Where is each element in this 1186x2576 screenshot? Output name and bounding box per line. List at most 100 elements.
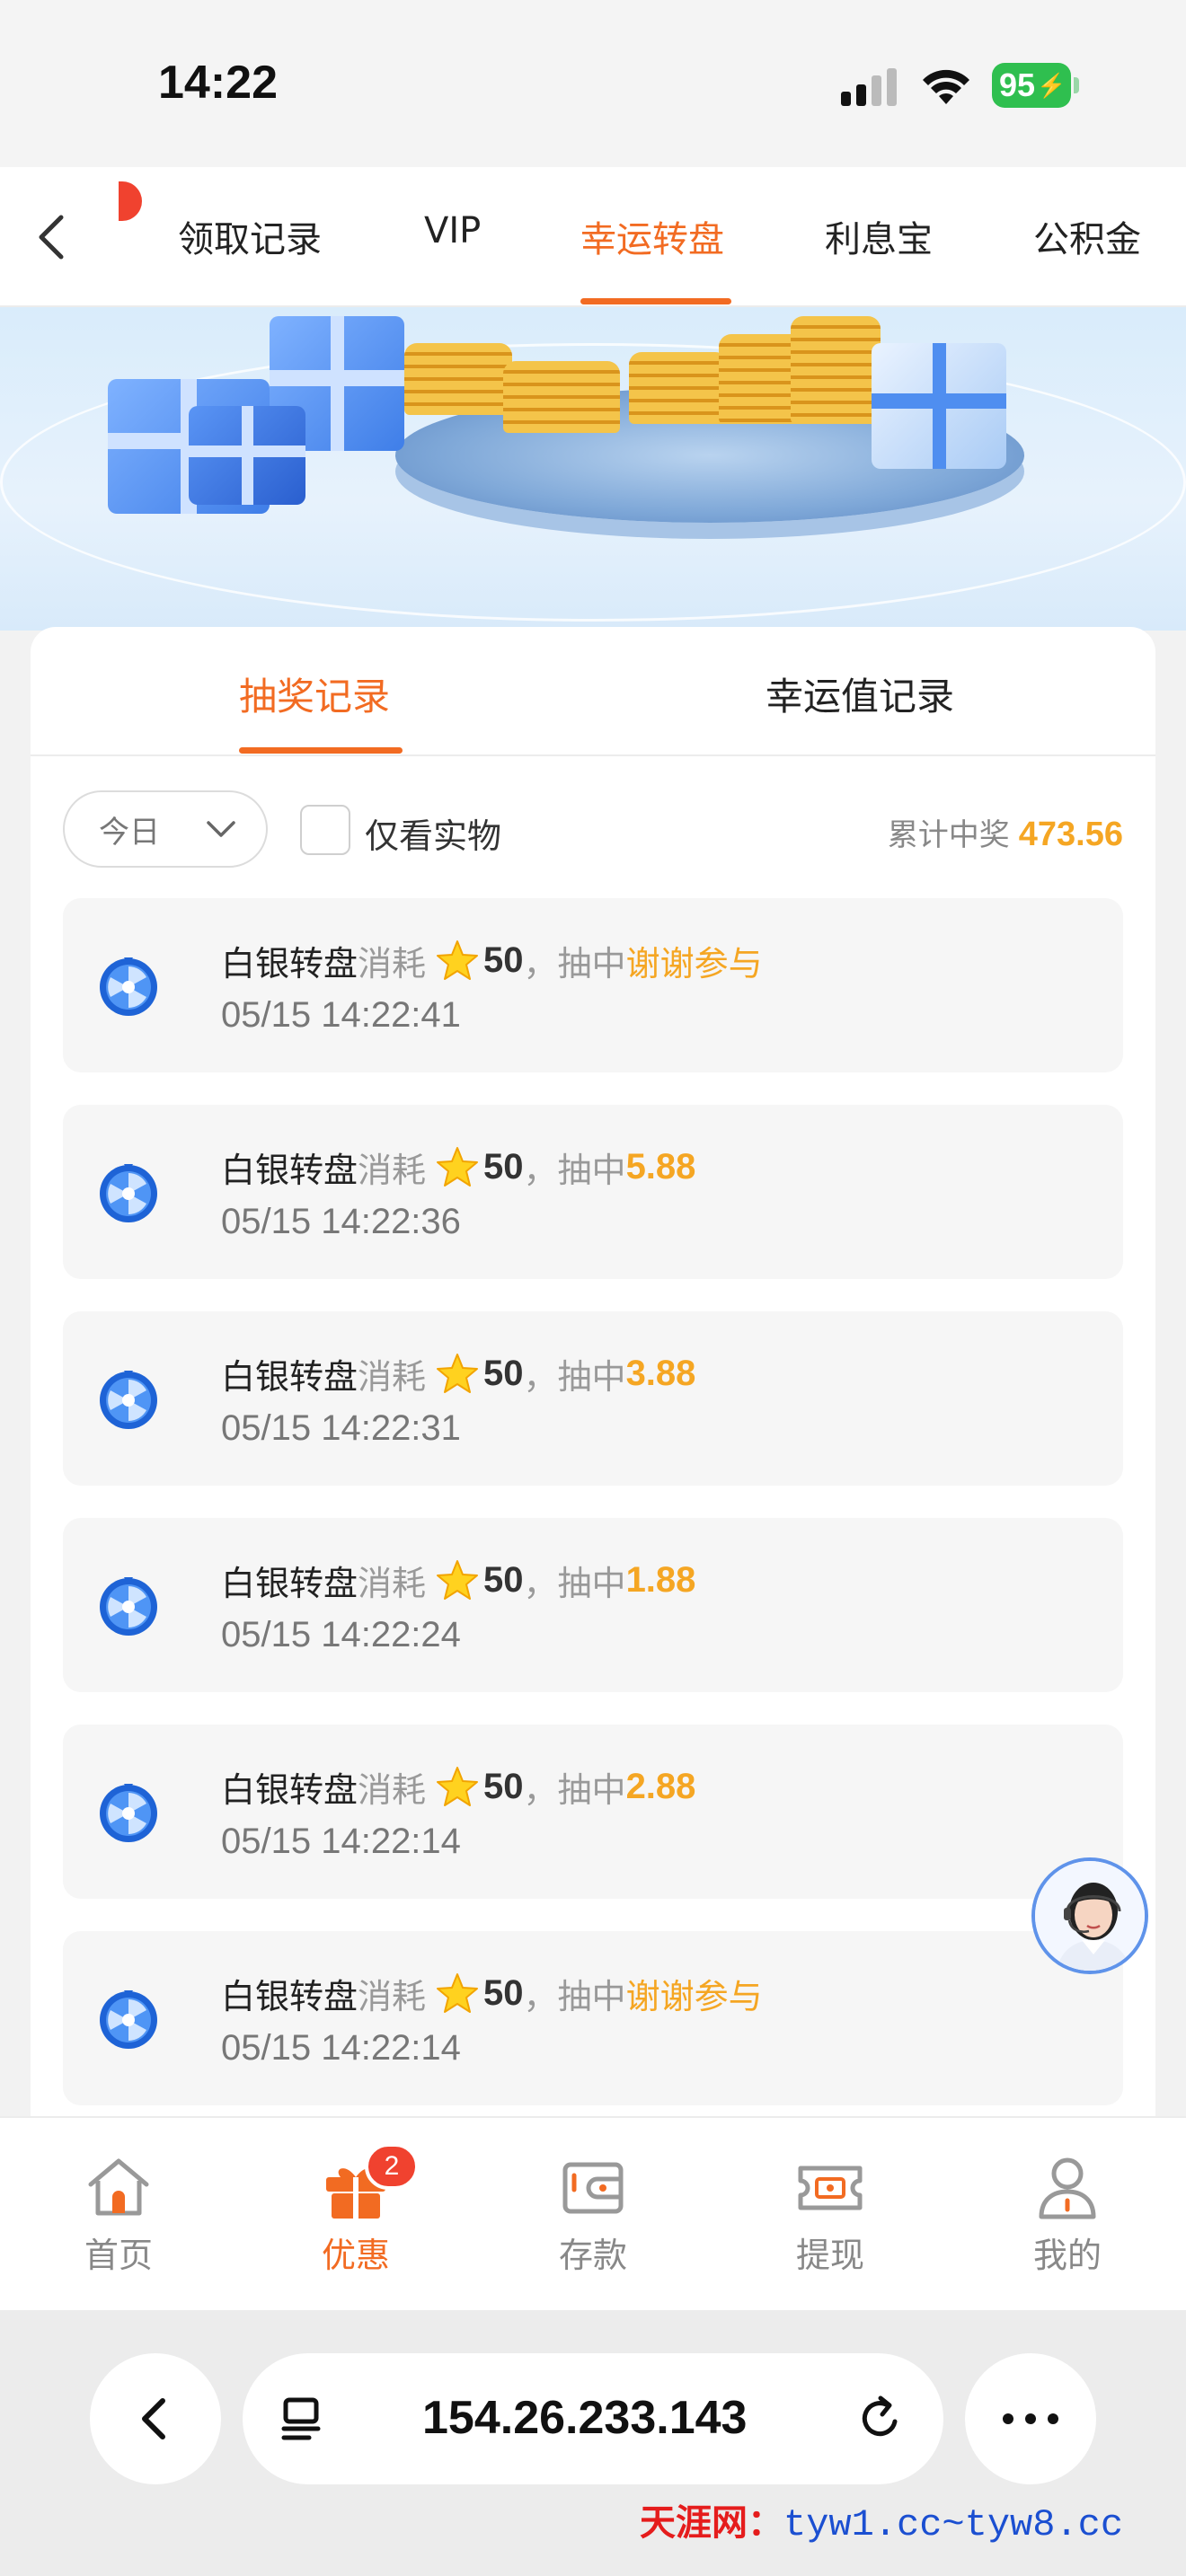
reload-icon[interactable] — [854, 2391, 907, 2445]
record-cost: 50 — [483, 1767, 524, 1806]
star-icon — [437, 1146, 479, 1187]
nav-deposit[interactable]: 存款 — [530, 2150, 656, 2277]
record-hit-label: 抽中 — [557, 1977, 626, 2016]
nav-promotions[interactable]: 2 优惠 — [293, 2143, 419, 2277]
record-time: 05/15 14:22:31 — [221, 1408, 461, 1448]
charging-bolt-icon: ⚡ — [1037, 71, 1067, 99]
nav-withdraw[interactable]: 提现 — [767, 2150, 893, 2277]
record-hit-label: 抽中 — [557, 1564, 626, 1603]
filter-row: 今日 仅看实物 累计中奖 473.56 — [31, 756, 1155, 904]
record-consume-label: 消耗 — [358, 1357, 427, 1397]
status-bar: 14:22 95 ⚡ — [0, 0, 1186, 167]
record-cost: 50 — [483, 940, 524, 980]
browser-back-button[interactable] — [90, 2353, 221, 2484]
cellular-signal-icon — [841, 68, 897, 106]
active-tab-indicator — [580, 298, 731, 304]
coin-pile — [503, 361, 620, 433]
nav-profile[interactable]: 我的 — [1005, 2150, 1130, 2277]
url-text: 154.26.233.143 — [422, 2392, 748, 2444]
records-tab-bar: 抽奖记录 幸运值记录 — [31, 627, 1155, 756]
record-hit-label: 抽中 — [557, 1151, 626, 1190]
star-icon — [437, 940, 479, 980]
tab-claim-records[interactable]: 领取记录 — [178, 210, 322, 262]
record-hit-label: 抽中 — [557, 1770, 626, 1810]
silver-wheel-icon — [100, 1990, 157, 2049]
coin-pile — [629, 352, 728, 424]
customer-service-avatar[interactable] — [1031, 1857, 1148, 1974]
watermark-site-name: 天涯网： — [640, 2502, 783, 2544]
silver-wheel-icon — [100, 1577, 157, 1636]
tab-provident-fund[interactable]: 公积金 — [1033, 210, 1141, 262]
silver-wheel-icon — [100, 957, 157, 1016]
record-consume-label: 消耗 — [358, 1151, 427, 1190]
draw-record-row: 白银转盘 消耗 50，抽中 谢谢参与 05/15 14:22:14 — [63, 1931, 1123, 2105]
active-tab-indicator — [239, 747, 403, 754]
record-prize: 谢谢参与 — [625, 944, 763, 984]
tab-interest[interactable]: 利息宝 — [825, 210, 933, 262]
coin-pile — [404, 343, 512, 415]
back-arrow-icon[interactable] — [32, 210, 68, 264]
physical-only-label: 仅看实物 — [365, 816, 502, 856]
star-icon — [437, 1559, 479, 1600]
record-wheel-name: 白银转盘 — [221, 1564, 358, 1603]
records-card: 抽奖记录 幸运值记录 今日 仅看实物 累计中奖 473.56 白银转盘 消耗 50，抽… — [31, 627, 1155, 2118]
record-hit-label: 抽中 — [557, 944, 626, 984]
nav-deposit-label: 存款 — [558, 2236, 627, 2275]
record-consume-label: 消耗 — [358, 1977, 427, 2016]
battery-level: 95 — [999, 66, 1036, 103]
star-icon — [437, 1972, 479, 2013]
coin-pile — [791, 316, 881, 424]
record-time: 05/15 14:22:14 — [221, 1822, 461, 1861]
record-wheel-name: 白银转盘 — [221, 1151, 358, 1190]
top-tab-bar: 领取记录 VIP 幸运转盘 利息宝 公积金 — [0, 167, 1186, 307]
chevron-down-icon — [207, 821, 235, 837]
lucky-wheel-banner — [0, 307, 1186, 631]
draw-record-row: 白银转盘 消耗 50，抽中 1.88 05/15 14:22:24 — [63, 1518, 1123, 1692]
draw-record-row: 白银转盘 消耗 50，抽中 谢谢参与 05/15 14:22:41 — [63, 898, 1123, 1072]
total-winnings: 累计中奖 473.56 — [888, 810, 1123, 854]
date-filter-value: 今日 — [99, 814, 160, 851]
nav-profile-label: 我的 — [1032, 2236, 1102, 2275]
record-wheel-name: 白银转盘 — [221, 944, 358, 984]
star-icon — [437, 1353, 479, 1393]
status-time: 14:22 — [158, 57, 278, 109]
tab-lucky-wheel[interactable]: 幸运转盘 — [580, 210, 724, 262]
notification-dot — [119, 181, 142, 221]
bottom-nav: 首页 2 优惠 存款 提现 我的 — [0, 2116, 1186, 2310]
date-filter-select[interactable]: 今日 — [63, 790, 268, 868]
record-time: 05/15 14:22:36 — [221, 1202, 461, 1241]
browser-more-button[interactable] — [965, 2353, 1096, 2484]
wifi-icon — [923, 69, 969, 104]
record-separator: ， — [523, 1357, 558, 1397]
tab-draw-records[interactable]: 抽奖记录 — [239, 666, 390, 721]
record-time: 05/15 14:22:14 — [221, 2028, 461, 2068]
record-consume-label: 消耗 — [358, 1770, 427, 1810]
tab-luck-value-records[interactable]: 幸运值记录 — [766, 666, 954, 721]
record-cost: 50 — [483, 1973, 524, 2013]
record-prize: 2.88 — [625, 1767, 696, 1806]
chevron-left-icon — [142, 2398, 165, 2439]
record-separator: ， — [523, 1977, 558, 2016]
draw-record-row: 白银转盘 消耗 50，抽中 5.88 05/15 14:22:36 — [63, 1105, 1123, 1279]
draw-record-row: 白银转盘 消耗 50，抽中 2.88 05/15 14:22:14 — [63, 1725, 1123, 1899]
nav-home[interactable]: 首页 — [56, 2150, 181, 2277]
record-summary: 白银转盘 消耗 50，抽中 1.88 — [221, 1556, 695, 1605]
tab-vip[interactable]: VIP — [424, 210, 481, 251]
record-wheel-name: 白银转盘 — [221, 1977, 358, 2016]
record-time: 05/15 14:22:41 — [221, 995, 461, 1035]
withdraw-icon — [798, 2166, 863, 2210]
physical-only-checkbox[interactable] — [300, 805, 350, 855]
record-prize: 1.88 — [625, 1560, 696, 1600]
record-summary: 白银转盘 消耗 50，抽中 谢谢参与 — [221, 1969, 763, 2018]
gift-box-image — [872, 343, 1006, 469]
address-bar[interactable]: 154.26.233.143 — [243, 2353, 943, 2484]
record-hit-label: 抽中 — [557, 1357, 626, 1397]
total-winnings-value: 473.56 — [1018, 816, 1123, 853]
record-separator: ， — [523, 1770, 558, 1810]
record-separator: ， — [523, 1151, 558, 1190]
draw-record-row: 白银转盘 消耗 50，抽中 3.88 05/15 14:22:31 — [63, 1311, 1123, 1486]
record-summary: 白银转盘 消耗 50，抽中 5.88 — [221, 1142, 695, 1192]
record-consume-label: 消耗 — [358, 944, 427, 984]
record-cost: 50 — [483, 1147, 524, 1187]
more-dots-icon — [1003, 2413, 1058, 2424]
